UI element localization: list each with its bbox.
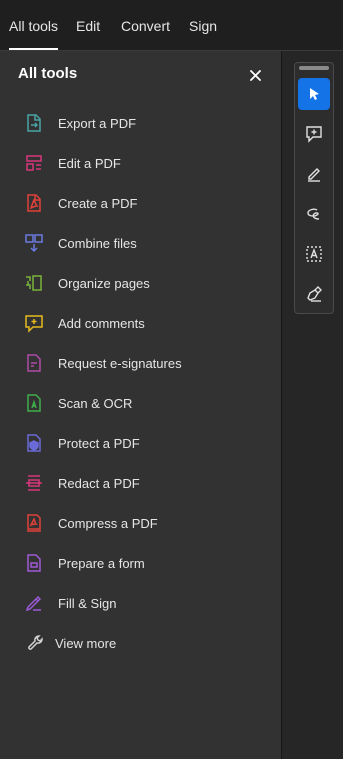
wrench-icon [24, 631, 48, 655]
compress-pdf-icon [22, 511, 46, 535]
fill-sign-tool-button[interactable] [298, 278, 330, 310]
tool-label: Export a PDF [58, 115, 137, 131]
close-icon [249, 69, 261, 81]
quick-tools-toolbar [294, 62, 334, 314]
tab-sign[interactable]: Sign [189, 0, 217, 50]
tool-organize-pages[interactable]: Organize pages [22, 268, 262, 298]
scan-ocr-icon [22, 391, 46, 415]
tool-create-pdf[interactable]: Create a PDF [22, 188, 262, 218]
tool-compress-pdf[interactable]: Compress a PDF [22, 508, 262, 538]
tool-label: View more [55, 635, 117, 651]
tool-edit-pdf[interactable]: Edit a PDF [22, 148, 262, 178]
tool-label: Scan & OCR [58, 395, 133, 411]
tool-fill-sign[interactable]: Fill & Sign [22, 588, 262, 618]
tab-edit[interactable]: Edit [76, 0, 100, 50]
add-comment-icon [306, 126, 322, 143]
tab-all-tools[interactable]: All tools [9, 0, 59, 50]
tool-label: Create a PDF [58, 195, 138, 211]
tool-label: Add comments [58, 315, 145, 331]
export-pdf-icon [22, 111, 46, 135]
tool-protect-pdf[interactable]: Protect a PDF [22, 428, 262, 458]
highlight-icon [308, 168, 320, 182]
view-more-link[interactable]: View more [24, 628, 264, 658]
organize-pages-icon [22, 271, 46, 295]
add-comments-icon [22, 311, 46, 335]
tool-scan-ocr[interactable]: Scan & OCR [22, 388, 262, 418]
tool-add-comments[interactable]: Add comments [22, 308, 262, 338]
tool-label: Prepare a form [58, 555, 145, 571]
add-text-icon [306, 246, 322, 262]
top-tab-bar: All tools Edit Convert Sign [0, 0, 343, 51]
tool-label: Fill & Sign [58, 595, 117, 611]
draw-freeform-icon [307, 208, 320, 220]
toolbar-drag-handle[interactable] [299, 66, 329, 70]
select-tool-button[interactable] [298, 78, 330, 110]
tool-request-esignatures[interactable]: Request e-signatures [22, 348, 262, 378]
tool-label: Edit a PDF [58, 155, 121, 171]
tab-convert[interactable]: Convert [121, 0, 170, 50]
highlight-tool-button[interactable] [298, 158, 330, 190]
all-tools-panel: All tools Export a PDF Edit a PDF Create… [0, 51, 281, 759]
select-pointer-icon [310, 88, 319, 100]
create-pdf-icon [22, 191, 46, 215]
add-comment-tool-button[interactable] [298, 118, 330, 150]
request-esignatures-icon [22, 351, 46, 375]
close-button[interactable] [247, 67, 263, 83]
fill-sign-icon [22, 591, 46, 615]
tool-label: Request e-signatures [58, 355, 182, 371]
tool-label: Organize pages [58, 275, 150, 291]
tool-export-pdf[interactable]: Export a PDF [22, 108, 262, 138]
tool-redact-pdf[interactable]: Redact a PDF [22, 468, 262, 498]
tool-combine-files[interactable]: Combine files [22, 228, 262, 258]
combine-files-icon [22, 231, 46, 255]
panel-title: All tools [18, 65, 78, 82]
add-text-tool-button[interactable] [298, 238, 330, 270]
tool-label: Redact a PDF [58, 475, 140, 491]
tool-label: Combine files [58, 235, 137, 251]
edit-pdf-icon [22, 151, 46, 175]
tool-label: Protect a PDF [58, 435, 140, 451]
tool-prepare-form[interactable]: Prepare a form [22, 548, 262, 578]
redact-pdf-icon [22, 471, 46, 495]
protect-pdf-icon [22, 431, 46, 455]
tool-label: Compress a PDF [58, 515, 158, 531]
prepare-form-icon [22, 551, 46, 575]
fill-sign-tool-icon [307, 286, 322, 302]
draw-tool-button[interactable] [298, 198, 330, 230]
